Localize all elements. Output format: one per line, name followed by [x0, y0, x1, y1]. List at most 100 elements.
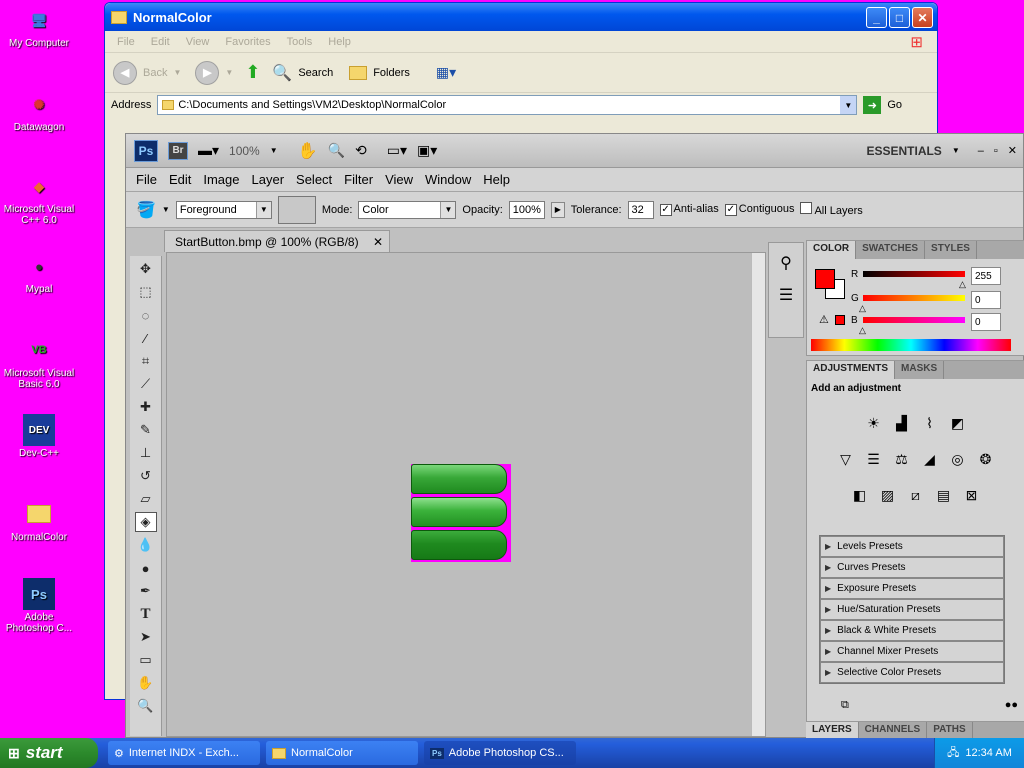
preset-exposure[interactable]: ▶ Exposure Presets — [820, 578, 1004, 599]
taskbar-item-internet[interactable]: ⚙ Internet INDX - Exch... — [108, 741, 260, 765]
desktop-icon-visual-cpp[interactable]: ◆ Microsoft Visual C++ 6.0 — [0, 170, 78, 227]
chevron-down-icon[interactable]: ▼ — [162, 205, 170, 214]
marquee-tool-icon[interactable]: ⬚ — [135, 282, 157, 302]
menu-tools[interactable]: Tools — [287, 36, 313, 48]
eraser-tool-icon[interactable]: ▱ — [135, 489, 157, 509]
all-layers-checkbox[interactable]: All Layers — [800, 202, 863, 217]
workspace-switcher[interactable]: ESSENTIALS — [866, 144, 941, 158]
r-value-input[interactable]: 255 — [971, 267, 1001, 285]
blur-tool-icon[interactable]: 💧 — [135, 535, 157, 555]
zoom-tool-icon[interactable]: 🔍 — [328, 142, 345, 159]
brightness-contrast-icon[interactable]: ☀ — [862, 412, 886, 434]
posterize-icon[interactable]: ▨ — [876, 484, 900, 506]
paint-bucket-icon[interactable]: 🪣 — [136, 200, 156, 220]
mini-bridge-icon[interactable]: ⚲ — [769, 253, 803, 273]
zoom-level[interactable]: 100% — [229, 144, 260, 158]
hand-tool-icon[interactable]: ✋ — [135, 673, 157, 693]
document-canvas[interactable] — [166, 252, 766, 737]
menu-help[interactable]: Help — [477, 172, 516, 187]
arrange-documents-icon[interactable]: ▭▾ — [387, 142, 407, 159]
start-button[interactable]: ⊞ start — [0, 738, 98, 768]
close-icon[interactable]: ✕ — [373, 235, 383, 249]
menu-edit[interactable]: Edit — [151, 36, 170, 48]
color-balance-icon[interactable]: ⚖ — [890, 448, 914, 470]
dodge-tool-icon[interactable]: ● — [135, 558, 157, 578]
b-slider[interactable] — [863, 317, 965, 323]
eyedropper-icon[interactable]: ⟋ — [135, 374, 157, 394]
chevron-down-icon[interactable]: ▼ — [225, 68, 233, 77]
vertical-scrollbar[interactable] — [751, 253, 765, 736]
zoom-tool-icon[interactable]: 🔍 — [135, 696, 157, 716]
menu-view[interactable]: View — [186, 36, 210, 48]
g-slider[interactable] — [863, 295, 965, 301]
levels-icon[interactable]: ▟ — [890, 412, 914, 434]
go-arrow-icon[interactable]: ➜ — [863, 96, 882, 114]
chevron-down-icon[interactable]: ▼ — [840, 96, 857, 114]
tab-color[interactable]: COLOR — [807, 241, 857, 259]
gamut-warning-icon[interactable]: ⚠ — [819, 313, 829, 326]
desktop-icon-photoshop[interactable]: Ps Adobe Photoshop C... — [0, 578, 78, 634]
taskbar-item-normalcolor[interactable]: NormalColor — [266, 741, 418, 765]
clone-stamp-icon[interactable]: ⊥ — [135, 443, 157, 463]
magic-wand-icon[interactable]: ⁄ — [135, 328, 157, 348]
search-icon[interactable]: 🔍 — [272, 63, 292, 83]
g-value-input[interactable]: 0 — [971, 291, 1001, 309]
history-brush-icon[interactable]: ↺ — [135, 466, 157, 486]
r-slider-handle[interactable]: △ — [959, 279, 966, 290]
selective-color-icon[interactable]: ⊠ — [960, 484, 984, 506]
shape-tool-icon[interactable]: ▭ — [135, 650, 157, 670]
desktop-icon-normalcolor[interactable]: NormalColor — [0, 498, 78, 543]
websafe-color-swatch[interactable] — [835, 315, 845, 325]
close-button[interactable]: ✕ — [1008, 144, 1017, 157]
tab-styles[interactable]: STYLES — [925, 241, 977, 259]
back-arrow-icon[interactable]: ◀ — [113, 60, 137, 85]
search-button[interactable]: Search — [298, 67, 333, 79]
preset-selective-color[interactable]: ▶ Selective Color Presets — [820, 662, 1004, 683]
explorer-titlebar[interactable]: NormalColor _ □ ✕ — [105, 3, 937, 31]
curves-icon[interactable]: ⌇ — [918, 412, 942, 434]
view-extras-icon[interactable]: ▬▾ — [198, 142, 219, 159]
preset-black-white[interactable]: ▶ Black & White Presets — [820, 620, 1004, 641]
address-input[interactable]: C:\Documents and Settings\VM2\Desktop\No… — [157, 95, 858, 115]
tab-swatches[interactable]: SWATCHES — [856, 241, 926, 259]
desktop-icon-my-computer[interactable]: 🖥 My Computer — [0, 4, 78, 50]
menu-file[interactable]: File — [117, 36, 135, 48]
document-tab[interactable]: StartButton.bmp @ 100% (RGB/8) ✕ — [164, 230, 390, 252]
tolerance-input[interactable]: 32 — [627, 200, 654, 219]
tab-adjustments[interactable]: ADJUSTMENTS — [807, 361, 896, 379]
taskbar-item-photoshop[interactable]: Ps Adobe Photoshop CS... — [424, 741, 576, 765]
photo-filter-icon[interactable]: ◎ — [946, 448, 970, 470]
b-value-input[interactable]: 0 — [971, 313, 1001, 331]
chevron-down-icon[interactable]: ▼ — [952, 146, 960, 155]
folders-button[interactable]: Folders — [373, 67, 410, 79]
maximize-button[interactable]: □ — [889, 7, 910, 28]
crop-tool-icon[interactable]: ⌗ — [135, 351, 157, 371]
rotate-view-icon[interactable]: ⟲ — [355, 142, 367, 159]
hue-saturation-icon[interactable]: ☰ — [862, 448, 886, 470]
gradient-map-icon[interactable]: ▤ — [932, 484, 956, 506]
menu-image[interactable]: Image — [197, 172, 245, 187]
menu-help[interactable]: Help — [328, 36, 351, 48]
pen-tool-icon[interactable]: ✒ — [135, 581, 157, 601]
menu-favorites[interactable]: Favorites — [225, 36, 270, 48]
minimize-button[interactable]: _ — [866, 7, 887, 28]
preset-curves[interactable]: ▶ Curves Presets — [820, 557, 1004, 578]
menu-filter[interactable]: Filter — [338, 172, 379, 187]
fill-source-select[interactable]: Foreground ▼ — [175, 200, 272, 219]
chevron-down-icon[interactable]: ▼ — [270, 146, 278, 155]
black-white-icon[interactable]: ◢ — [918, 448, 942, 470]
channel-mixer-icon[interactable]: ❂ — [974, 448, 998, 470]
network-icon[interactable]: 🖧 — [947, 744, 959, 763]
paint-bucket-tool-icon[interactable]: ◈ — [134, 512, 157, 532]
folders-icon[interactable] — [349, 65, 368, 80]
menu-window[interactable]: Window — [419, 172, 477, 187]
antialias-checkbox[interactable]: ✓ Anti-alias — [659, 203, 719, 216]
preset-channel-mixer[interactable]: ▶ Channel Mixer Presets — [820, 641, 1004, 662]
color-spectrum-bar[interactable] — [811, 339, 1011, 351]
path-selection-icon[interactable]: ➤ — [135, 627, 157, 647]
views-icon[interactable]: ▦▾ — [436, 64, 456, 81]
chevron-down-icon[interactable]: ▼ — [173, 68, 181, 77]
desktop-icon-datawagon[interactable]: ✺ Datawagon — [0, 88, 78, 134]
minimize-button[interactable]: – — [978, 145, 984, 157]
screen-mode-icon[interactable]: ▣▾ — [417, 142, 437, 159]
